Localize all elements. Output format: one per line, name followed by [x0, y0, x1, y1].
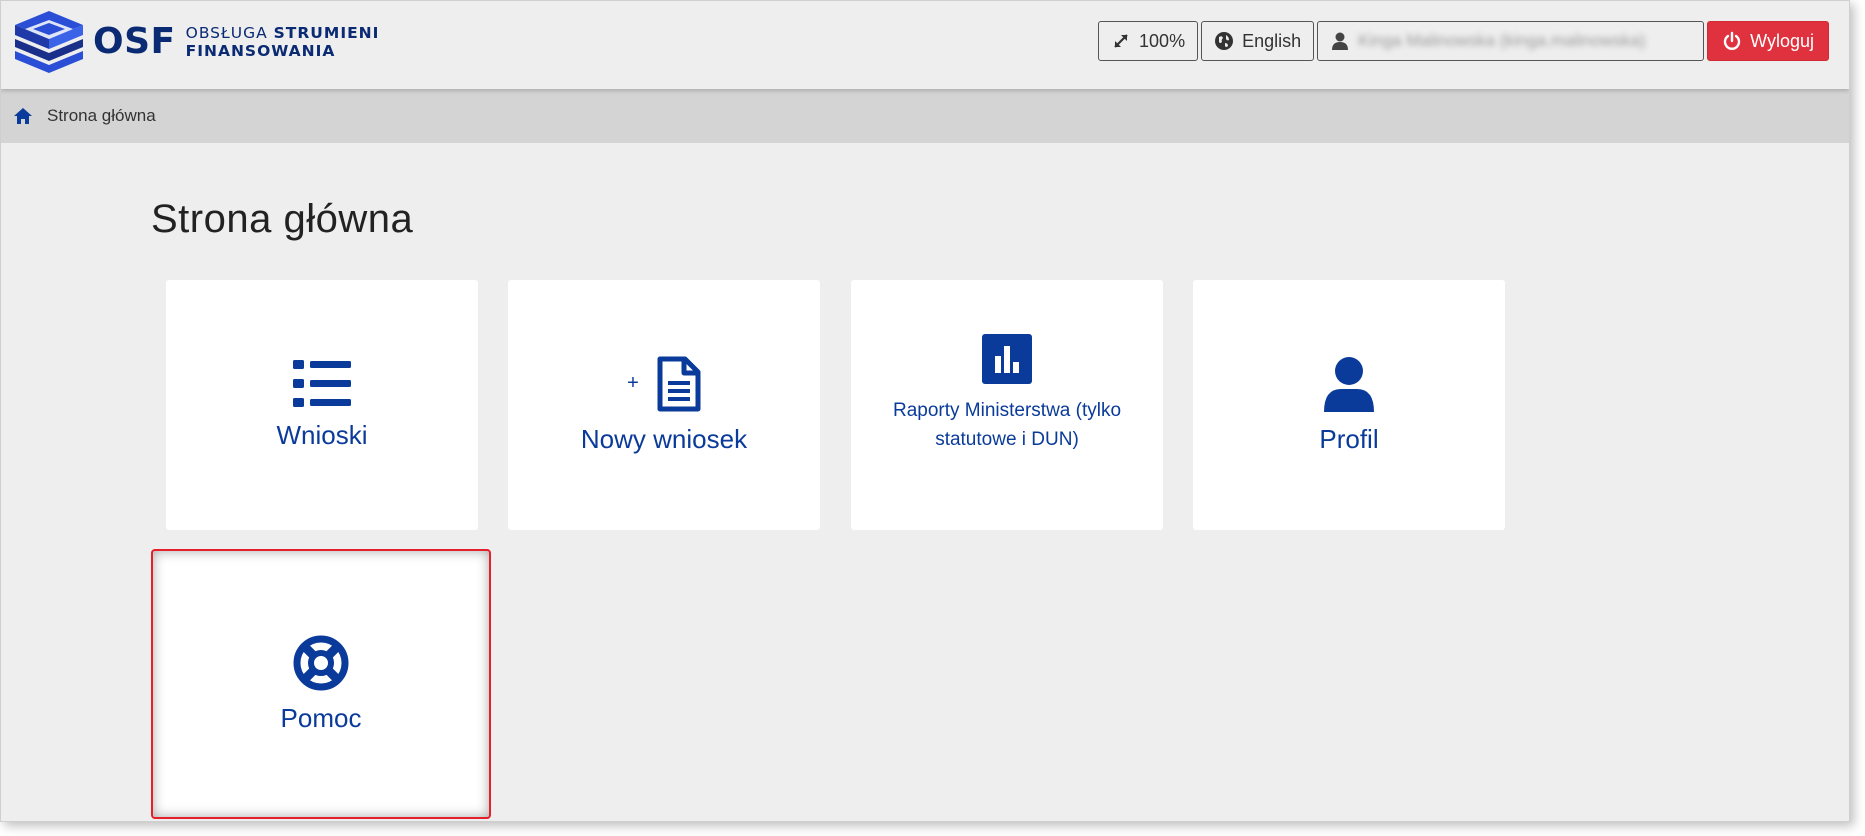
tile-label: Raporty Ministerstwa (tylko statutowe i …: [892, 400, 1122, 450]
logout-label: Wyloguj: [1750, 30, 1814, 51]
globe-icon: [1215, 32, 1234, 50]
tile-pomoc[interactable]: Pomoc: [151, 549, 491, 819]
app-window: OSF OBSŁUGA STRUMIENI FINANSOWANIA 100%: [0, 0, 1850, 822]
logo-text: OSF: [93, 21, 176, 62]
home-icon[interactable]: [13, 107, 33, 125]
tile-profil[interactable]: Profil: [1193, 280, 1505, 530]
lifebuoy-icon: [293, 635, 349, 690]
tile-label: Profil: [1319, 423, 1379, 454]
logout-button[interactable]: Wyloguj: [1707, 21, 1829, 61]
osf-logo[interactable]: OSF OBSŁUGA STRUMIENI FINANSOWANIA: [13, 9, 379, 75]
logo-sub-bold: STRUMIENI: [273, 24, 380, 42]
breadcrumb-current: Strona główna: [47, 106, 156, 125]
user-icon: [1324, 356, 1374, 412]
tile-nowy-wniosek[interactable]: + Nowy wniosek: [508, 280, 820, 530]
plus-sign: +: [627, 372, 639, 394]
user-icon: [1332, 32, 1349, 50]
expand-arrows-icon: [1114, 34, 1128, 48]
page-title: Strona główna: [151, 197, 414, 241]
tile-wnioski[interactable]: Wnioski: [166, 280, 478, 530]
zoom-label: 100%: [1139, 30, 1186, 51]
list-icon: [293, 359, 351, 407]
logo-sub-line2: FINANSOWANIA: [185, 42, 336, 60]
logo-sub-light: OBSŁUGA: [185, 24, 268, 42]
header-toolbar: 100% English Kinga Malinowska (kinga.mal…: [1098, 21, 1829, 61]
bar-chart-icon: [982, 334, 1032, 384]
user-name-label: Kinga Malinowska (kinga.malinowska): [1358, 31, 1646, 50]
osf-logo-icon: [15, 11, 83, 73]
new-document-icon-group: +: [627, 356, 701, 412]
zoom-button[interactable]: 100%: [1098, 21, 1199, 61]
tile-label: Nowy wniosek: [580, 423, 748, 454]
breadcrumb: Strona główna: [1, 89, 1849, 143]
tile-raporty-ministerstwa[interactable]: Raporty Ministerstwa (tylko statutowe i …: [851, 280, 1163, 530]
tile-label: Wnioski: [276, 419, 368, 450]
new-document-icon: [657, 356, 701, 411]
logo-subtitle: OBSŁUGA STRUMIENI FINANSOWANIA: [186, 24, 380, 60]
top-header: OSF OBSŁUGA STRUMIENI FINANSOWANIA 100%: [1, 1, 1849, 89]
language-label: English: [1242, 30, 1302, 51]
power-icon: [1723, 31, 1741, 50]
tile-label: Pomoc: [280, 702, 362, 733]
user-account-button[interactable]: Kinga Malinowska (kinga.malinowska): [1317, 21, 1705, 61]
language-button[interactable]: English: [1201, 21, 1315, 61]
